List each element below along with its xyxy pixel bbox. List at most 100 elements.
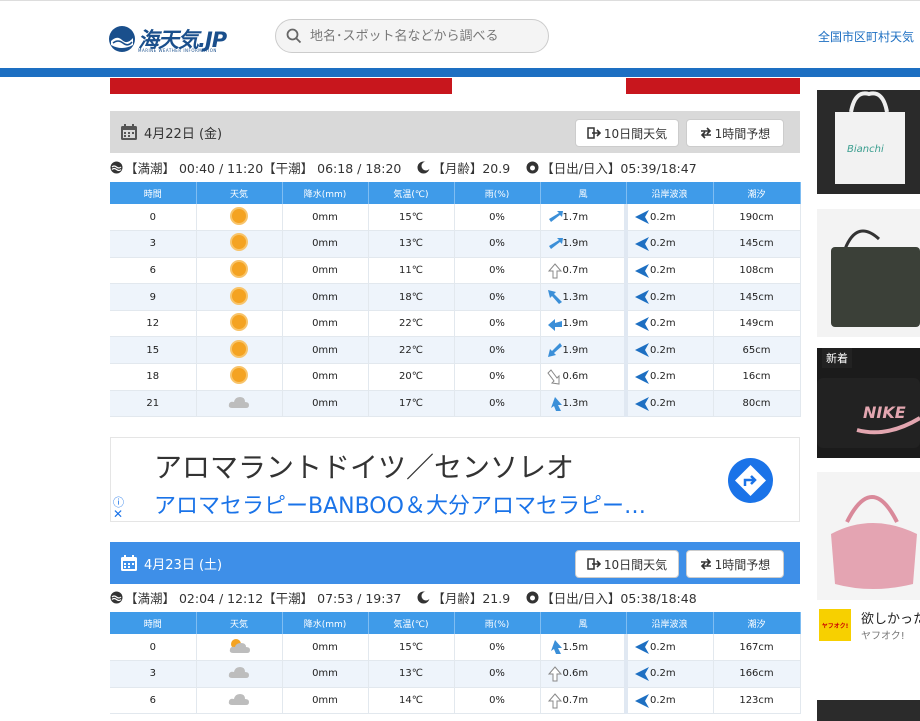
wave-cell: 0.2m	[624, 390, 714, 418]
sunny-icon	[232, 235, 246, 250]
search-box[interactable]	[275, 19, 549, 53]
ad-subtitle[interactable]: アロマセラピーBANBOO＆大分アロマセラピー…	[154, 488, 646, 520]
swap-icon	[700, 127, 711, 139]
text-ad[interactable]: アロマラントドイツ／センソレオ アロマセラピーBANBOO＆大分アロマセラピー……	[110, 437, 800, 522]
svg-text:NIKE: NIKE	[863, 403, 906, 422]
wave-direction-icon	[635, 237, 649, 252]
temp-cell: 22℃	[368, 310, 455, 338]
precip-cell: 0mm	[282, 230, 369, 258]
wind-cell: 1.9m	[540, 336, 627, 365]
time-cell: 21	[110, 390, 197, 418]
table-row: 0 0mm 15℃ 0% 1.5m 0.2m 167cm	[110, 634, 801, 662]
weather-table-2: 時間 天気 降水(mm) 気温(℃) 雨(%) 風沿岸波浪 潮汐 0 0mm 15℃ 0% 1.5m…	[110, 612, 801, 715]
yahoo-auction-logo-icon: ヤフオク!	[819, 609, 851, 641]
table-row: 6 0mm 14℃ 0% 0.7m 0.2m 123cm	[110, 687, 801, 715]
cloudy-icon	[228, 693, 249, 705]
ten-day-weather-button[interactable]: 10日間天気	[575, 550, 679, 578]
swap-icon	[700, 558, 711, 570]
weather-cell	[196, 634, 283, 662]
exit-icon	[587, 558, 601, 570]
precip-cell: 0mm	[282, 687, 369, 715]
wave-cell: 0.2m	[624, 336, 714, 365]
time-cell: 18	[110, 363, 197, 391]
tide-cell: 190cm	[713, 204, 801, 232]
weather-cell	[196, 204, 283, 232]
time-cell: 3	[110, 230, 197, 258]
arrow-right-icon	[548, 211, 563, 222]
tide-cell: 108cm	[713, 257, 801, 285]
search-input[interactable]	[310, 28, 540, 44]
precip-cell: 0mm	[282, 257, 369, 285]
rain-chance-cell: 0%	[454, 310, 541, 338]
column-header: 気温(℃)	[368, 182, 455, 204]
tide-cell: 65cm	[713, 336, 801, 365]
rain-chance-cell: 0%	[454, 363, 541, 391]
sunrise-icon	[526, 161, 539, 173]
arrow-up-icon	[550, 396, 562, 411]
temp-cell: 18℃	[368, 283, 455, 311]
weather-cell	[196, 310, 283, 338]
product-thumb-pink-bag[interactable]	[817, 472, 920, 600]
product-thumb-leather-bag[interactable]	[817, 209, 920, 337]
wind-cell: 0.6m	[540, 363, 627, 391]
yahoo-auction-ad[interactable]: ヤフオク! 欲しかった ヤフオク!	[817, 605, 920, 645]
column-header: 時間	[110, 182, 197, 204]
wind-cell: 1.7m	[540, 204, 627, 232]
table-row: 18 0mm 20℃ 0% 0.6m 0.2m 16cm	[110, 363, 801, 391]
table-row: 3 0mm 13℃ 0% 1.9m 0.2m 145cm	[110, 230, 801, 258]
cloudy-icon	[228, 667, 249, 679]
wave-cell: 0.2m	[624, 660, 714, 688]
weather-cell	[196, 687, 283, 715]
temp-cell: 11℃	[368, 257, 455, 285]
wave-direction-icon	[635, 343, 649, 358]
time-cell: 15	[110, 336, 197, 365]
hourly-forecast-button[interactable]: 1時間予想	[686, 550, 784, 578]
precip-cell: 0mm	[282, 363, 369, 391]
arrow-down-left-icon	[547, 343, 562, 358]
column-header: 雨(%)	[454, 612, 541, 634]
day-title: 4月22日 (金)	[144, 126, 223, 142]
weather-cell	[196, 230, 283, 258]
ad-title[interactable]: アロマラントドイツ／センソレオ	[154, 446, 574, 486]
nav-link-municipal-weather[interactable]: 全国市区町村天気	[818, 28, 914, 45]
arrow-up-left-icon	[547, 290, 562, 305]
svg-text:Bianchi: Bianchi	[847, 144, 884, 155]
sunrise-icon	[526, 591, 539, 603]
temp-cell: 15℃	[368, 634, 455, 662]
ten-day-weather-button[interactable]: 10日間天気	[575, 119, 679, 147]
wave-direction-icon	[635, 396, 649, 411]
temp-cell: 22℃	[368, 336, 455, 365]
wave-direction-icon	[635, 263, 649, 278]
arrow-up-outline-icon	[547, 666, 562, 682]
tide-icon	[110, 161, 123, 173]
precip-cell: 0mm	[282, 660, 369, 688]
moon-icon	[417, 591, 431, 603]
wave-cell: 0.2m	[624, 310, 714, 338]
column-header: 天気	[196, 612, 283, 634]
wave-cell: 0.2m	[624, 204, 714, 232]
arrow-up-icon	[550, 640, 562, 654]
wave-cell: 0.2m	[624, 283, 714, 311]
wave-cell: 0.2m	[624, 257, 714, 285]
tide-cell: 149cm	[713, 310, 801, 338]
hourly-forecast-button[interactable]: 1時間予想	[686, 119, 784, 147]
weather-cell	[196, 336, 283, 365]
rain-chance-cell: 0%	[454, 257, 541, 285]
weather-table-1: 時間 天気 降水(mm) 気温(℃) 雨(%) 風沿岸波浪 潮汐 0 0mm 15℃ 0% 1.7m…	[110, 182, 801, 418]
wave-direction-icon	[635, 667, 649, 682]
ad-go-button[interactable]	[728, 458, 773, 503]
weather-cell	[196, 257, 283, 285]
arrow-left-icon	[547, 318, 562, 331]
wave-cell: 0.2m	[624, 230, 714, 258]
wave-direction-icon	[635, 370, 649, 385]
product-thumb-tote-bag[interactable]: Bianchi	[817, 90, 920, 194]
temp-cell: 14℃	[368, 687, 455, 715]
ad-close-icon[interactable]: ✕	[113, 507, 123, 521]
banner-ad-partial[interactable]	[110, 78, 800, 94]
tide-cell: 145cm	[713, 230, 801, 258]
site-logo[interactable]: 海天気.JP MARINE WEATHER INFORMATION	[108, 23, 227, 55]
product-thumb-partial[interactable]	[817, 700, 920, 721]
time-cell: 0	[110, 204, 197, 232]
column-header: 風	[540, 612, 627, 634]
table-row: 15 0mm 22℃ 0% 1.9m 0.2m 65cm	[110, 336, 801, 365]
